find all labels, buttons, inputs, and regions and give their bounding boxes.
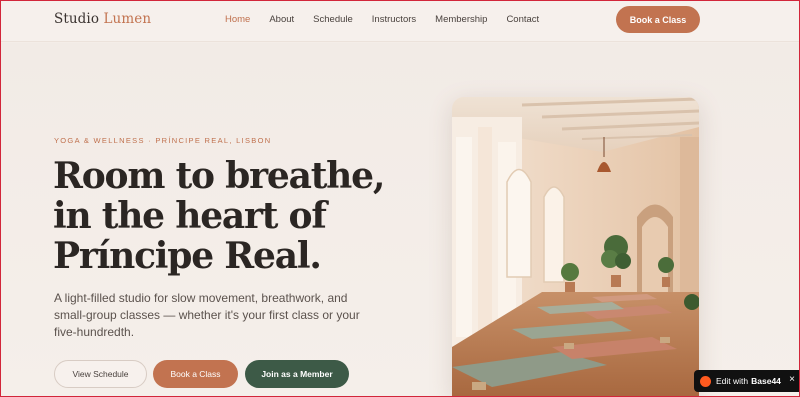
headline-line-3: Príncipe Real. — [53, 235, 322, 277]
nav-home[interactable]: Home — [225, 14, 250, 25]
base44-logo-icon — [700, 375, 711, 387]
nav-membership[interactable]: Membership — [435, 14, 487, 25]
badge-brand: Base44 — [751, 376, 781, 386]
logo-word-studio: Studio — [54, 11, 100, 27]
hero-eyebrow: YOGA & WELLNESS · PRÍNCIPE REAL, LISBON — [54, 136, 272, 145]
main-nav: Home About Schedule Instructors Membersh… — [225, 14, 558, 25]
close-icon[interactable]: × — [789, 374, 795, 385]
nav-instructors[interactable]: Instructors — [372, 14, 416, 25]
headline-line-2: in the heart of — [53, 195, 327, 237]
edit-with-base44-badge[interactable]: Edit with Base44 × — [694, 370, 800, 392]
studio-interior-illustration — [452, 97, 699, 397]
nav-about[interactable]: About — [269, 14, 294, 25]
nav-contact[interactable]: Contact — [506, 14, 539, 25]
join-member-button[interactable]: Join as a Member — [245, 360, 349, 388]
hero-headline: Room to breathe, in the heart of Príncip… — [53, 156, 433, 276]
logo-word-lumen: Lumen — [103, 11, 152, 27]
header-book-class-button[interactable]: Book a Class — [616, 6, 700, 33]
headline-line-1: Room to breathe, — [53, 155, 385, 197]
nav-schedule[interactable]: Schedule — [313, 14, 353, 25]
view-schedule-button[interactable]: View Schedule — [54, 360, 147, 388]
studio-photo — [452, 97, 699, 397]
hero-description: A light-filled studio for slow movement,… — [54, 291, 360, 339]
badge-prefix: Edit with — [716, 376, 749, 386]
logo[interactable]: Studio Lumen — [54, 11, 151, 27]
site-header: Studio Lumen Home About Schedule Instruc… — [0, 0, 800, 42]
book-class-button[interactable]: Book a Class — [153, 360, 238, 388]
